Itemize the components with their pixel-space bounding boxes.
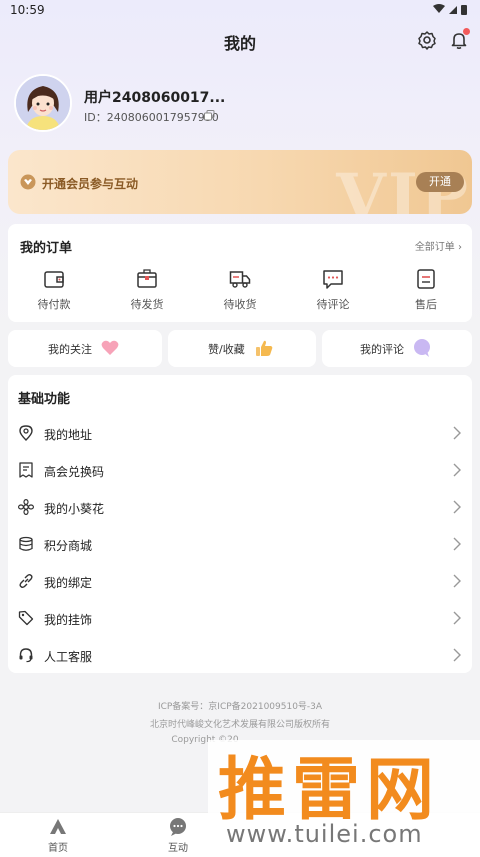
order-label: 待付款	[37, 298, 71, 311]
menu-item-label: 我的绑定	[44, 576, 93, 590]
menu-item-sunflower[interactable]: 我的小葵花	[8, 489, 472, 526]
site-watermark: 推雷网 www.tuilei.com	[208, 740, 480, 857]
notification-dot	[463, 28, 470, 35]
icp-record: ICP备案号：京ICP备2021009510号-3A	[157, 702, 323, 712]
order-label: 待收货	[223, 298, 257, 311]
username: 用户2408060017...	[84, 90, 226, 106]
tag-icon	[18, 610, 34, 626]
my-follows-button[interactable]: 我的关注	[8, 330, 162, 367]
user-id: ID：2408060017957930	[84, 111, 219, 124]
header: 我的	[0, 22, 480, 58]
menu-item-address[interactable]: 我的地址	[8, 415, 472, 452]
menu-item-redeem-code[interactable]: 高会兑换码	[8, 452, 472, 489]
tab-label: 首页	[48, 843, 68, 854]
receipt-icon	[19, 462, 33, 478]
menu-item-label: 高会兑换码	[44, 465, 105, 479]
order-pending-review[interactable]: 待评论	[295, 268, 371, 314]
basic-functions-card: 基础功能 我的地址 高会兑换码 我的小葵花 积分商城 我的绑定 我的挂饰 人工客…	[8, 375, 472, 673]
heart-icon	[101, 340, 119, 355]
settings-gear-icon[interactable]	[417, 30, 437, 50]
headset-icon	[19, 648, 33, 663]
order-after-sale[interactable]: 售后	[388, 268, 464, 314]
chevron-right-icon	[453, 574, 461, 588]
watermark-url: www.tuilei.com	[226, 820, 423, 848]
menu-item-points-mall[interactable]: 积分商城	[8, 526, 472, 563]
quick-label: 赞/收藏	[208, 343, 245, 356]
order-label: 待发货	[130, 298, 164, 311]
tab-interaction[interactable]: 互动	[138, 817, 218, 854]
location-pin-icon	[19, 425, 33, 441]
menu-item-label: 积分商城	[44, 539, 93, 553]
copy-icon[interactable]	[204, 110, 215, 121]
wallet-icon	[44, 271, 64, 288]
chevron-right-icon	[453, 463, 461, 477]
menu-item-label: 我的挂饰	[44, 613, 93, 627]
flower-icon	[18, 499, 34, 515]
orders-title: 我的订单	[20, 241, 73, 256]
chat-icon	[170, 818, 186, 836]
chevron-right-icon	[453, 537, 461, 551]
notification-bell-button[interactable]	[449, 28, 470, 50]
truck-icon	[229, 271, 251, 288]
menu-item-bindings[interactable]: 我的绑定	[8, 563, 472, 600]
after-sale-icon	[417, 269, 435, 289]
vip-open-button[interactable]: 开通	[416, 172, 464, 192]
home-icon	[50, 819, 66, 834]
watermark-chinese-text: 推雷网	[218, 751, 441, 830]
order-label: 售后	[415, 298, 437, 311]
menu-item-label: 我的小葵花	[44, 502, 105, 516]
status-icons	[432, 3, 470, 18]
page-title: 我的	[223, 34, 256, 53]
tab-home[interactable]: 首页	[18, 817, 98, 854]
avatar-illustration	[16, 76, 70, 130]
status-bar: 10:59	[0, 0, 480, 20]
status-time: 10:59	[10, 3, 45, 17]
profile-section[interactable]: 用户2408060017... ID：2408060017957930	[14, 74, 454, 134]
order-pending-receipt[interactable]: 待收货	[202, 268, 278, 314]
chevron-right-icon	[453, 611, 461, 625]
basic-functions-title: 基础功能	[18, 392, 71, 407]
chevron-right-icon	[453, 426, 461, 440]
vip-banner[interactable]: VIP 开通会员参与互动 开通	[8, 150, 472, 214]
chat-bubble-icon	[414, 339, 430, 357]
comment-icon	[323, 270, 343, 289]
order-pending-payment[interactable]: 待付款	[16, 268, 92, 314]
tab-label: 互动	[168, 843, 188, 854]
quick-label: 我的评论	[360, 343, 404, 356]
my-comments-button[interactable]: 我的评论	[322, 330, 472, 367]
menu-item-ornaments[interactable]: 我的挂饰	[8, 600, 472, 637]
avatar[interactable]	[14, 74, 72, 132]
package-icon	[137, 269, 157, 288]
orders-card: 我的订单 全部订单 › 待付款 待发货 待收货 待评论 售后	[8, 224, 472, 322]
menu-item-label: 人工客服	[44, 650, 93, 664]
vip-badge-icon	[20, 174, 36, 190]
order-pending-shipment[interactable]: 待发货	[109, 268, 185, 314]
all-orders-link[interactable]: 全部订单 ›	[415, 238, 462, 253]
vip-promo-text: 开通会员参与互动	[42, 177, 139, 191]
thumbs-up-icon	[256, 340, 273, 356]
order-label: 待评论	[316, 298, 350, 311]
signal-battery-icon	[433, 4, 467, 15]
coins-icon	[19, 536, 33, 551]
link-icon	[19, 573, 33, 589]
quick-label: 我的关注	[48, 343, 92, 356]
menu-item-label: 我的地址	[44, 428, 93, 442]
chevron-right-icon	[453, 648, 461, 662]
menu-item-customer-service[interactable]: 人工客服	[8, 637, 472, 674]
chevron-right-icon	[453, 500, 461, 514]
likes-favorites-button[interactable]: 赞/收藏	[168, 330, 316, 367]
company-copyright: 北京时代峰峻文化艺术发展有限公司版权所有	[149, 720, 330, 730]
